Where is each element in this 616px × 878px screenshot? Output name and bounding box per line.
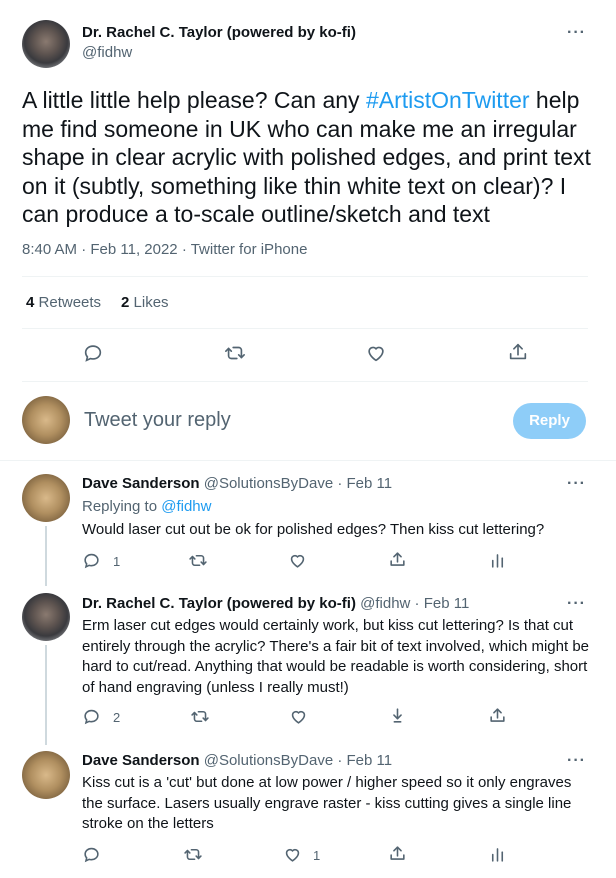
retweet-icon[interactable]: [188, 551, 208, 570]
author-name[interactable]: Dr. Rachel C. Taylor (powered by ko-fi): [82, 595, 356, 612]
retweets-stat[interactable]: 4 Retweets: [26, 294, 101, 311]
likes-stat[interactable]: 2 Likes: [121, 294, 169, 311]
hashtag-link[interactable]: #ArtistOnTwitter: [366, 87, 530, 113]
like-icon[interactable]: [365, 342, 387, 364]
reply-header: Dave Sanderson @SolutionsByDave · Feb 11: [82, 752, 392, 769]
reply-text: Erm laser cut edges would certainly work…: [82, 617, 590, 696]
analytics-icon[interactable]: [488, 845, 507, 864]
author-name[interactable]: Dave Sanderson: [82, 475, 200, 492]
divider: [22, 381, 588, 382]
author-handle[interactable]: @SolutionsByDave · Feb 11: [204, 752, 392, 769]
reply-icon[interactable]: [82, 551, 101, 570]
like-count: 1: [313, 848, 321, 863]
reply-header: Dr. Rachel C. Taylor (powered by ko-fi) …: [82, 595, 469, 612]
thread-connector: [45, 526, 47, 586]
retweet-icon[interactable]: [183, 845, 203, 864]
avatar[interactable]: [22, 396, 70, 444]
author-handle[interactable]: @fidhw: [82, 44, 132, 61]
replying-to: Replying to @fidhw: [82, 498, 211, 515]
reply-count: 1: [113, 554, 121, 569]
reply-text: Would laser cut out be ok for polished e…: [82, 521, 545, 538]
avatar[interactable]: [22, 593, 70, 641]
more-options-icon[interactable]: ···: [567, 475, 586, 493]
reply-input[interactable]: Tweet your reply: [84, 409, 231, 432]
reply-icon[interactable]: [82, 342, 104, 364]
retweet-icon[interactable]: [223, 342, 247, 364]
like-icon[interactable]: [283, 845, 302, 864]
divider: [22, 328, 588, 329]
more-options-icon[interactable]: ···: [567, 752, 586, 770]
retweets-count: 4: [26, 294, 35, 311]
author-handle[interactable]: @fidhw · Feb 11: [360, 595, 469, 612]
reply-count: 2: [113, 710, 121, 725]
tweet-text: A little little help please? Can any #Ar…: [22, 86, 597, 229]
reply-button[interactable]: Reply: [513, 403, 586, 439]
share-icon[interactable]: [488, 706, 507, 725]
author-name[interactable]: Dr. Rachel C. Taylor (powered by ko-fi): [82, 24, 356, 41]
avatar[interactable]: [22, 474, 70, 522]
divider: [0, 460, 616, 461]
author-handle[interactable]: @SolutionsByDave · Feb 11: [204, 475, 392, 492]
likes-label: Likes: [133, 294, 169, 311]
share-icon[interactable]: [507, 341, 529, 363]
like-icon[interactable]: [288, 551, 307, 570]
tweet-text-part: A little little help please? Can any: [22, 87, 366, 113]
author-name[interactable]: Dave Sanderson: [82, 752, 200, 769]
avatar[interactable]: [22, 751, 70, 799]
hide-reply-icon[interactable]: [388, 706, 407, 725]
share-icon[interactable]: [388, 550, 407, 569]
tweet-timestamp[interactable]: 8:40 AM · Feb 11, 2022 · Twitter for iPh…: [22, 241, 307, 258]
more-options-icon[interactable]: ···: [567, 595, 586, 613]
retweet-icon[interactable]: [190, 707, 210, 726]
divider: [22, 276, 588, 277]
avatar[interactable]: [22, 20, 70, 68]
like-icon[interactable]: [289, 707, 308, 726]
replying-to-handle[interactable]: @fidhw: [161, 498, 211, 515]
thread-connector: [45, 645, 47, 745]
reply-text: Kiss cut is a 'cut' but done at low powe…: [82, 774, 572, 832]
reply-icon[interactable]: [82, 707, 101, 726]
reply-header: Dave Sanderson @SolutionsByDave · Feb 11: [82, 475, 392, 492]
share-icon[interactable]: [388, 844, 407, 863]
replying-to-label: Replying to: [82, 498, 162, 515]
retweets-label: Retweets: [38, 294, 102, 311]
reply-icon[interactable]: [82, 845, 101, 864]
likes-count: 2: [121, 294, 130, 311]
more-options-icon[interactable]: ···: [567, 24, 586, 42]
analytics-icon[interactable]: [488, 551, 507, 570]
